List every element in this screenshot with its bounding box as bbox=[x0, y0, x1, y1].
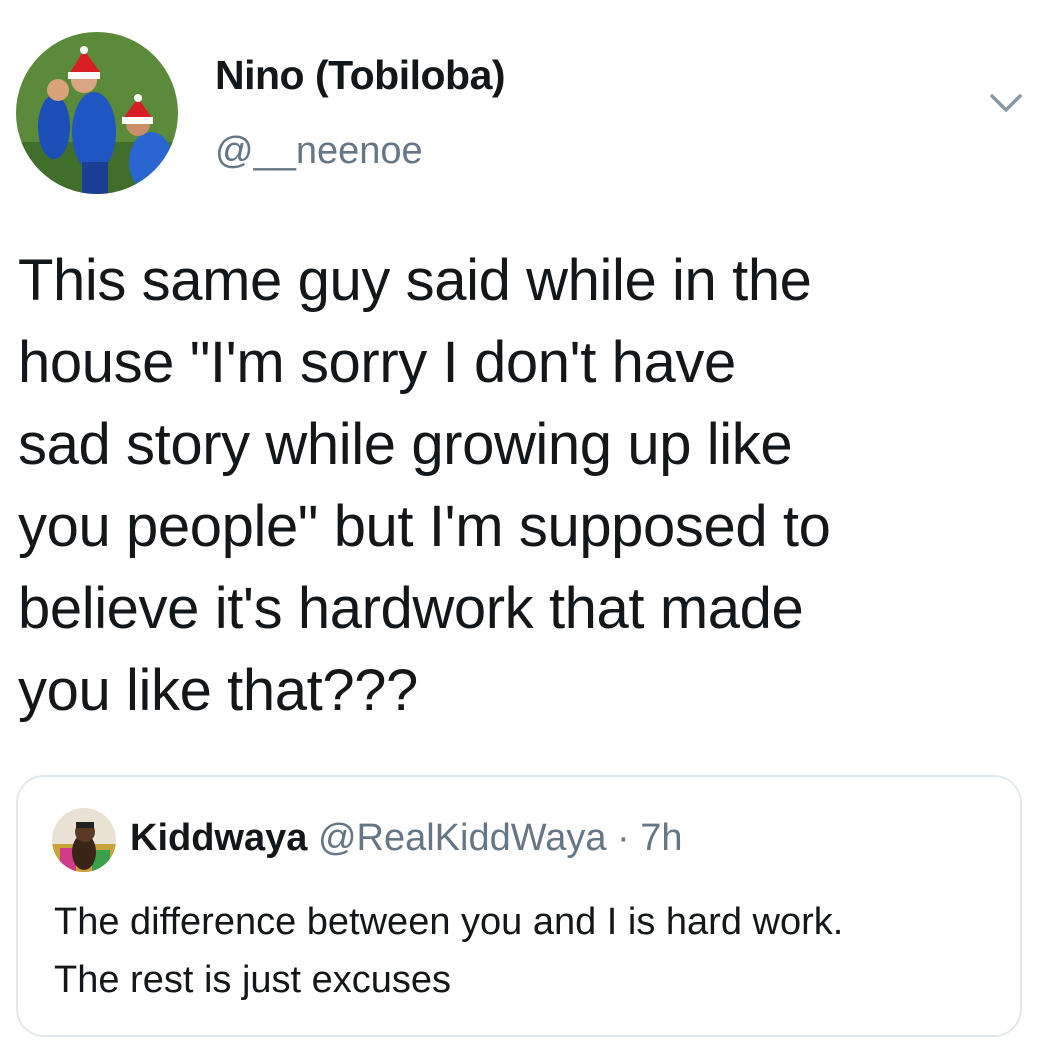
separator-dot: · bbox=[617, 817, 630, 859]
author-display-name[interactable]: Nino (Tobiloba) bbox=[215, 52, 506, 99]
quoted-author-display-name[interactable]: Kiddwaya bbox=[130, 817, 307, 859]
tweet-text: This same guy said while in the house "I… bbox=[18, 248, 831, 723]
quoted-tweet-timestamp[interactable]: 7h bbox=[640, 817, 682, 859]
quoted-tweet-header: Kiddwaya @RealKiddWaya · 7h bbox=[130, 817, 683, 860]
quoted-tweet-card[interactable]: Kiddwaya @RealKiddWaya · 7h The differen… bbox=[16, 775, 1022, 1037]
quoted-tweet-text: The difference between you and I is hard… bbox=[54, 901, 844, 1001]
chevron-down-icon[interactable] bbox=[986, 84, 1026, 124]
tweet: Nino (Tobiloba) @__neenoe This same guy … bbox=[0, 0, 1040, 1040]
author-handle[interactable]: @__neenoe bbox=[215, 130, 423, 173]
quoted-author-handle[interactable]: @RealKiddWaya bbox=[318, 817, 607, 859]
quoted-author-avatar[interactable] bbox=[52, 808, 116, 872]
author-avatar[interactable] bbox=[16, 32, 178, 194]
